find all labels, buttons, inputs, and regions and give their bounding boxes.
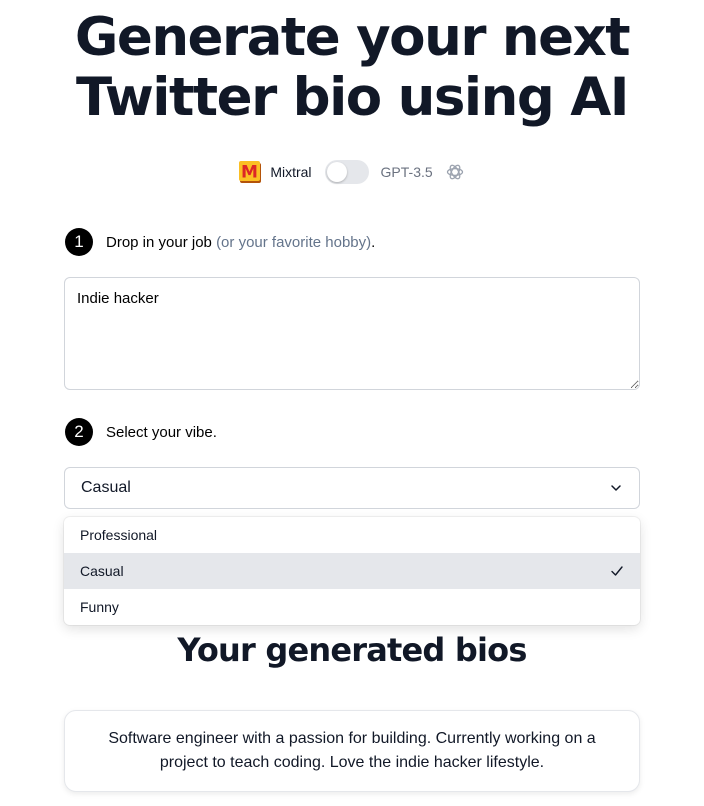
- vibe-option-professional[interactable]: Professional: [64, 517, 640, 553]
- toggle-knob: [326, 162, 347, 182]
- model-toggle-switch[interactable]: [324, 160, 369, 184]
- step-1-hint: (or your favorite hobby): [216, 233, 372, 251]
- mixtral-label[interactable]: Mixtral: [270, 164, 311, 180]
- step-1-period: .: [371, 233, 376, 251]
- check-icon: [611, 566, 623, 576]
- step-1-number: 1: [65, 228, 93, 256]
- mixtral-logo-letter: M: [241, 163, 258, 183]
- model-toggle-row: M Mixtral GPT-3.5: [0, 156, 704, 188]
- bio-card[interactable]: Software engineer with a passion for bui…: [64, 710, 640, 792]
- vibe-option-casual[interactable]: Casual: [64, 553, 640, 589]
- title-line-1: Generate your next: [74, 7, 631, 68]
- page-title: Generate your next Twitter bio using AI: [0, 8, 704, 128]
- vibe-option-funny[interactable]: Funny: [64, 589, 640, 625]
- step-2-number: 2: [65, 418, 93, 446]
- step-2-label: Select your vibe.: [106, 423, 217, 441]
- option-label: Professional: [80, 527, 158, 543]
- step-1-label: Drop in your job: [106, 233, 212, 251]
- openai-logo-icon: [446, 164, 463, 180]
- bio-text: Software engineer with a passion for bui…: [108, 730, 596, 771]
- vibe-select[interactable]: Casual: [64, 467, 640, 509]
- step-2: 2 Select your vibe.: [65, 418, 217, 446]
- step-1-text: Drop in your job (or your favorite hobby…: [106, 234, 375, 251]
- vibe-dropdown-menu: Professional Casual Funny: [64, 517, 640, 625]
- job-textarea[interactable]: Indie hacker: [64, 277, 640, 390]
- step-1: 1 Drop in your job (or your favorite hob…: [65, 228, 375, 256]
- gpt-label[interactable]: GPT-3.5: [381, 164, 433, 180]
- title-line-2: Twitter bio using AI: [76, 67, 629, 128]
- option-label: Funny: [80, 599, 119, 615]
- mixtral-logo-icon: M: [239, 161, 262, 183]
- chevron-down-icon: [611, 485, 621, 491]
- vibe-select-value: Casual: [81, 479, 131, 496]
- generated-bios-title: Your generated bios: [177, 631, 527, 669]
- option-label: Casual: [80, 563, 124, 579]
